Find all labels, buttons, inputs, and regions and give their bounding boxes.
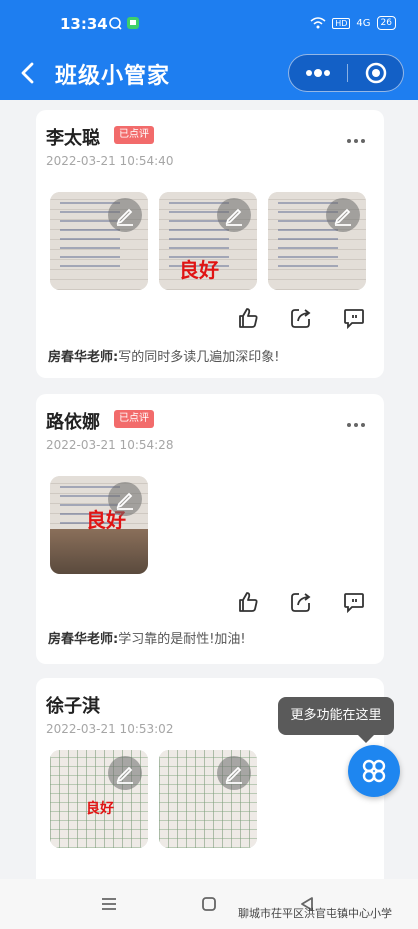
share-icon[interactable]	[289, 306, 313, 330]
post-actions	[236, 306, 366, 330]
homework-image[interactable]: 良好	[159, 192, 257, 290]
more-options-icon[interactable]	[346, 138, 366, 144]
app-notification-icon	[127, 17, 139, 29]
edit-pen-icon[interactable]	[108, 482, 142, 516]
battery-indicator: 26	[376, 16, 396, 30]
comment-icon[interactable]	[342, 306, 366, 330]
teacher-comment: 房春华老师:写的同时多读几遍加深印象!	[48, 346, 279, 365]
comment-text: 学习靠的是耐性!加油!	[118, 632, 246, 647]
wifi-icon	[310, 17, 326, 29]
more-dots-icon[interactable]	[289, 55, 347, 91]
feature-menu-button[interactable]	[348, 745, 400, 797]
share-icon[interactable]	[289, 590, 313, 614]
teacher-name: 房春华老师:	[48, 632, 119, 647]
post-actions	[236, 590, 366, 614]
menu-icon[interactable]	[100, 895, 118, 913]
more-options-icon[interactable]	[346, 422, 366, 428]
back-arrow-icon[interactable]	[14, 58, 44, 88]
nav-bar: 班级小管家	[0, 48, 418, 100]
grade-mark: 良好	[86, 801, 114, 817]
homework-image[interactable]: 良好	[50, 476, 148, 574]
post-date: 2022-03-21 10:54:28	[46, 438, 174, 452]
edit-pen-icon[interactable]	[326, 198, 360, 232]
homework-image[interactable]	[268, 192, 366, 290]
teacher-name: 房春华老师:	[48, 350, 119, 365]
feature-tooltip: 更多功能在这里	[278, 697, 394, 743]
student-name: 李太聪	[46, 128, 100, 149]
signal-indicator: 4G	[356, 17, 371, 29]
status-bar: 13:34 HD 4G 26	[0, 0, 418, 48]
edit-pen-icon[interactable]	[108, 756, 142, 790]
like-icon[interactable]	[236, 590, 260, 614]
homework-image[interactable]	[159, 750, 257, 848]
post-date: 2022-03-21 10:53:02	[46, 722, 174, 736]
reviewed-badge: 已点评	[114, 410, 154, 428]
edit-pen-icon[interactable]	[108, 198, 142, 232]
hd-indicator: HD	[332, 17, 351, 29]
status-time: 13:34	[60, 15, 108, 33]
comment-text: 写的同时多读几遍加深印象!	[118, 350, 280, 365]
teacher-comment: 房春华老师:学习靠的是耐性!加油!	[48, 628, 246, 647]
post-card: 李太聪 已点评 2022-03-21 10:54:40 良好 房春华老师:写的同…	[36, 110, 384, 378]
post-card: 路依娜 已点评 2022-03-21 10:54:28 良好 房春华老师:学习靠…	[36, 394, 384, 664]
grade-mark: 良好	[179, 258, 219, 282]
post-date: 2022-03-21 10:54:40	[46, 154, 174, 168]
homework-image[interactable]: 良好	[50, 750, 148, 848]
chat-icon	[109, 17, 122, 30]
edit-pen-icon[interactable]	[217, 198, 251, 232]
image-desk	[50, 529, 148, 574]
grid-apps-icon	[362, 759, 386, 783]
watermark: 聊城市茌平区洪官屯镇中心小学	[238, 907, 392, 920]
student-name: 徐子淇	[46, 696, 100, 717]
comment-icon[interactable]	[342, 590, 366, 614]
system-nav-bar	[0, 879, 418, 929]
target-icon[interactable]	[348, 55, 404, 91]
edit-pen-icon[interactable]	[217, 756, 251, 790]
page-title: 班级小管家	[55, 64, 171, 89]
homework-image[interactable]	[50, 192, 148, 290]
student-name: 路依娜	[46, 412, 100, 433]
mini-program-capsule	[288, 54, 404, 92]
like-icon[interactable]	[236, 306, 260, 330]
reviewed-badge: 已点评	[114, 126, 154, 144]
home-icon[interactable]	[200, 895, 218, 913]
